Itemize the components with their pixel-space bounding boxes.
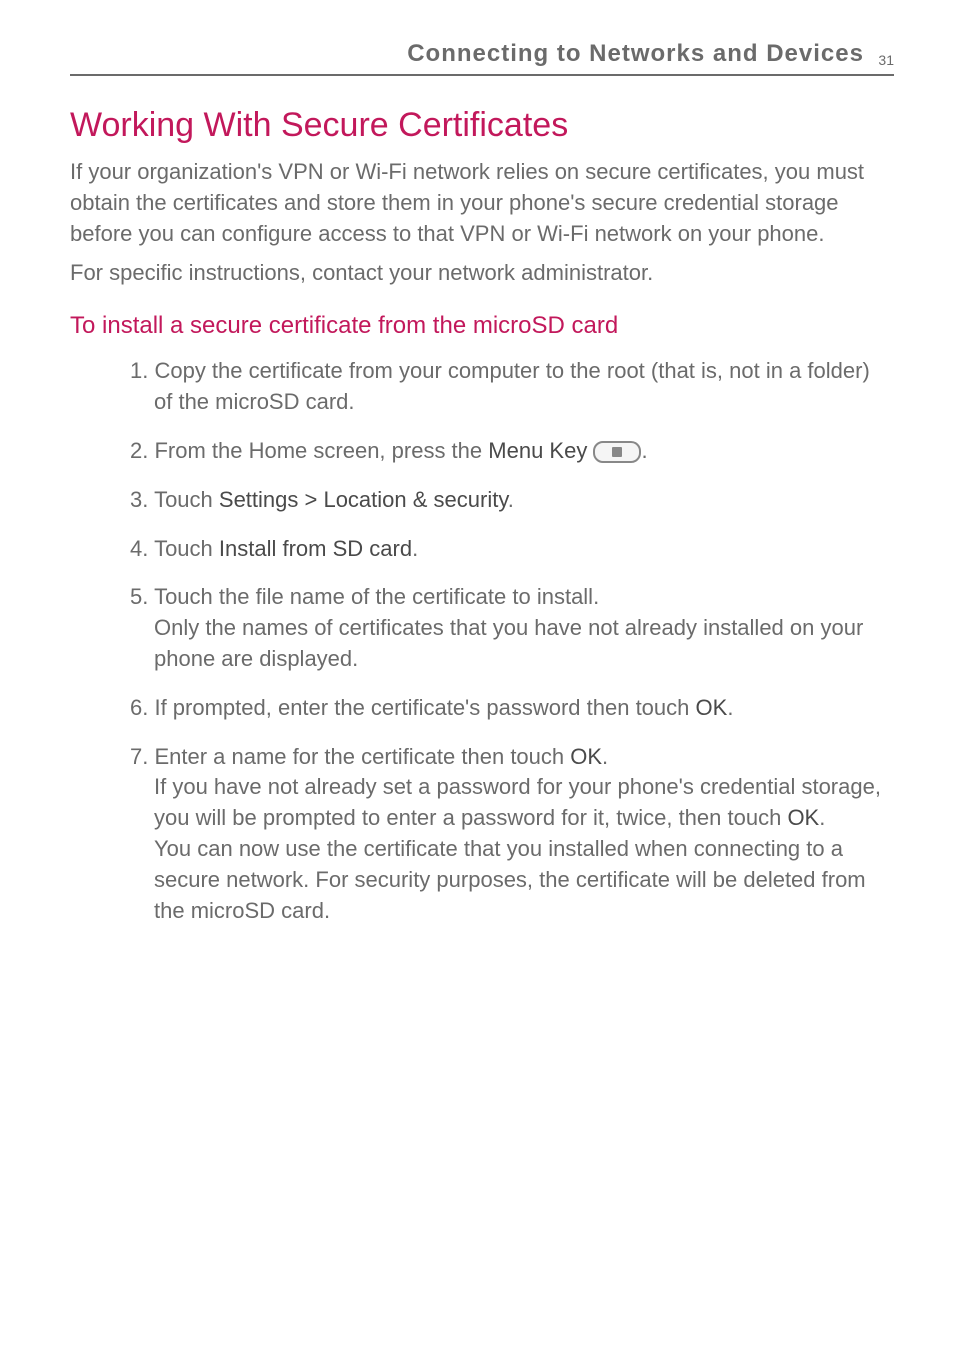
step-7: 7. Enter a name for the certificate then… [130,742,894,927]
step-7-line2a: If you have not already set a password f… [154,774,881,830]
step-5: 5. Touch the file name of the certificat… [130,582,894,674]
step-1: 1. Copy the certificate from your comput… [130,356,894,418]
step-4-bold: Install from SD card [219,536,412,561]
step-2-suffix: . [641,438,647,463]
step-2: 2. From the Home screen, press the Menu … [130,436,894,467]
step-7-bold1: OK [570,744,602,769]
step-7-line2: If you have not already set a password f… [154,772,894,834]
page-header: Connecting to Networks and Devices 31 [70,40,894,76]
intro-paragraph-1: If your organization's VPN or Wi-Fi netw… [70,157,894,249]
step-4-prefix: 4. Touch [130,536,219,561]
step-3-bold: Settings > Location & security [219,487,508,512]
step-2-prefix: 2. From the Home screen, press the [130,438,488,463]
step-7-prefix: 7. Enter a name for the certificate then… [130,744,570,769]
step-6-bold: OK [696,695,728,720]
section-title: Connecting to Networks and Devices [407,40,864,67]
step-6: 6. If prompted, enter the certificate's … [130,693,894,724]
step-4-suffix: . [412,536,418,561]
step-7-bold2: OK [787,805,819,830]
step-7-mid1: . [602,744,608,769]
step-5-line2: Only the names of certificates that you … [154,613,894,675]
step-3-prefix: 3. Touch [130,487,219,512]
page-number: 31 [878,52,894,68]
sub-heading: To install a secure certificate from the… [70,312,894,340]
step-5-line1: 5. Touch the file name of the certificat… [130,584,599,609]
step-3-suffix: . [508,487,514,512]
step-6-suffix: . [727,695,733,720]
step-4: 4. Touch Install from SD card. [130,534,894,565]
step-list: 1. Copy the certificate from your comput… [70,356,894,926]
step-7-line3: You can now use the certificate that you… [154,834,894,926]
intro-paragraph-2: For specific instructions, contact your … [70,258,894,289]
step-3: 3. Touch Settings > Location & security. [130,485,894,516]
step-7-mid2: . [819,805,825,830]
step-6-prefix: 6. If prompted, enter the certificate's … [130,695,696,720]
step-2-bold: Menu Key [488,438,593,463]
menu-key-icon [593,441,641,463]
main-heading: Working With Secure Certificates [70,106,894,145]
